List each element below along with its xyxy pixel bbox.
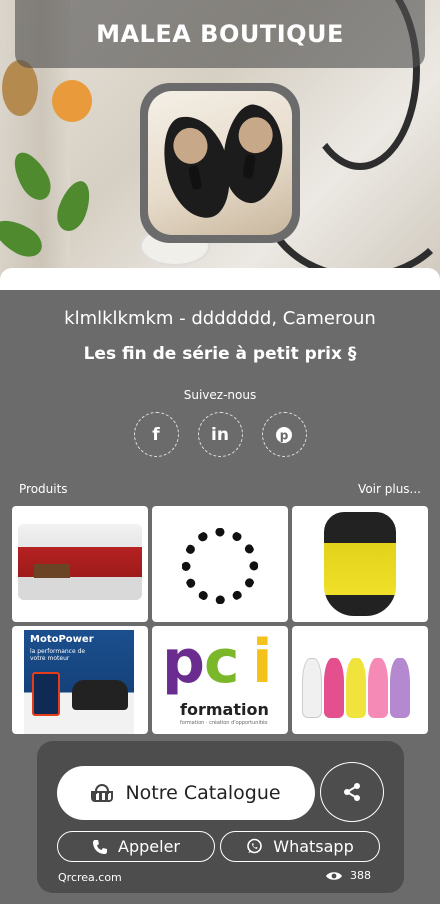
title-bar: MALEA BOUTIQUE: [15, 0, 425, 68]
social-links: f in p: [0, 412, 440, 457]
pci-letter: i: [252, 627, 273, 697]
pci-letter: p: [162, 627, 205, 697]
pinterest-icon[interactable]: p: [261, 412, 307, 457]
follow-label: Suivez-nous: [183, 388, 257, 402]
eye-icon: [326, 871, 342, 880]
see-more-link[interactable]: Voir plus...: [358, 482, 421, 496]
divider-strip: [0, 268, 440, 290]
product-image: [18, 524, 142, 600]
call-label: Appeler: [118, 837, 180, 856]
products-header: Produits Voir plus...: [19, 482, 421, 496]
pci-tagline: formation · création d'opportunités: [180, 720, 268, 726]
shop-logo: [140, 83, 300, 243]
product-card[interactable]: [12, 506, 148, 622]
call-button[interactable]: Appeler: [57, 831, 215, 862]
catalog-button[interactable]: Notre Catalogue: [57, 766, 315, 820]
product-grid: MotoPower la performance de votre moteur…: [12, 506, 428, 734]
catalog-label: Notre Catalogue: [125, 782, 281, 804]
logo-photo: [148, 91, 292, 235]
brand-link[interactable]: Qrcrea.com: [58, 871, 122, 884]
product-card[interactable]: [152, 506, 288, 622]
linkedin-icon[interactable]: in: [197, 412, 243, 457]
phone-icon: [93, 839, 108, 854]
share-icon: [344, 783, 360, 801]
page-title: MALEA BOUTIQUE: [96, 20, 344, 48]
product-image: MotoPower la performance de votre moteur: [24, 630, 134, 734]
spoon-image: [2, 60, 38, 116]
location-text: klmlklkmkm - ddddddd, Cameroun: [64, 308, 376, 329]
product-image: [298, 644, 422, 718]
spoon-image: [52, 80, 92, 122]
pci-word: formation: [180, 700, 269, 719]
product-image: [324, 512, 396, 616]
whatsapp-button[interactable]: Whatsapp: [220, 831, 380, 862]
product-image-title: MotoPower: [30, 634, 94, 645]
facebook-icon[interactable]: f: [133, 412, 179, 457]
products-label: Produits: [19, 482, 68, 496]
slogan-text: Les fin de série à petit prix §: [83, 344, 357, 364]
pci-letter: c: [204, 627, 240, 697]
view-count: 388: [350, 869, 371, 882]
svg-text:p: p: [280, 428, 289, 442]
product-card[interactable]: p c i formation formation · création d'o…: [152, 626, 288, 734]
whatsapp-icon: [247, 838, 263, 854]
product-card[interactable]: [292, 506, 428, 622]
product-image-subtitle: la performance de votre moteur: [30, 648, 86, 662]
view-counter: 388: [326, 869, 371, 882]
product-card[interactable]: MotoPower la performance de votre moteur: [12, 626, 148, 734]
product-image: p c i formation formation · création d'o…: [152, 626, 288, 734]
whatsapp-label: Whatsapp: [273, 837, 354, 856]
product-image: [168, 514, 272, 618]
basket-icon: [91, 784, 114, 802]
product-card[interactable]: [292, 626, 428, 734]
share-button[interactable]: [320, 762, 384, 822]
